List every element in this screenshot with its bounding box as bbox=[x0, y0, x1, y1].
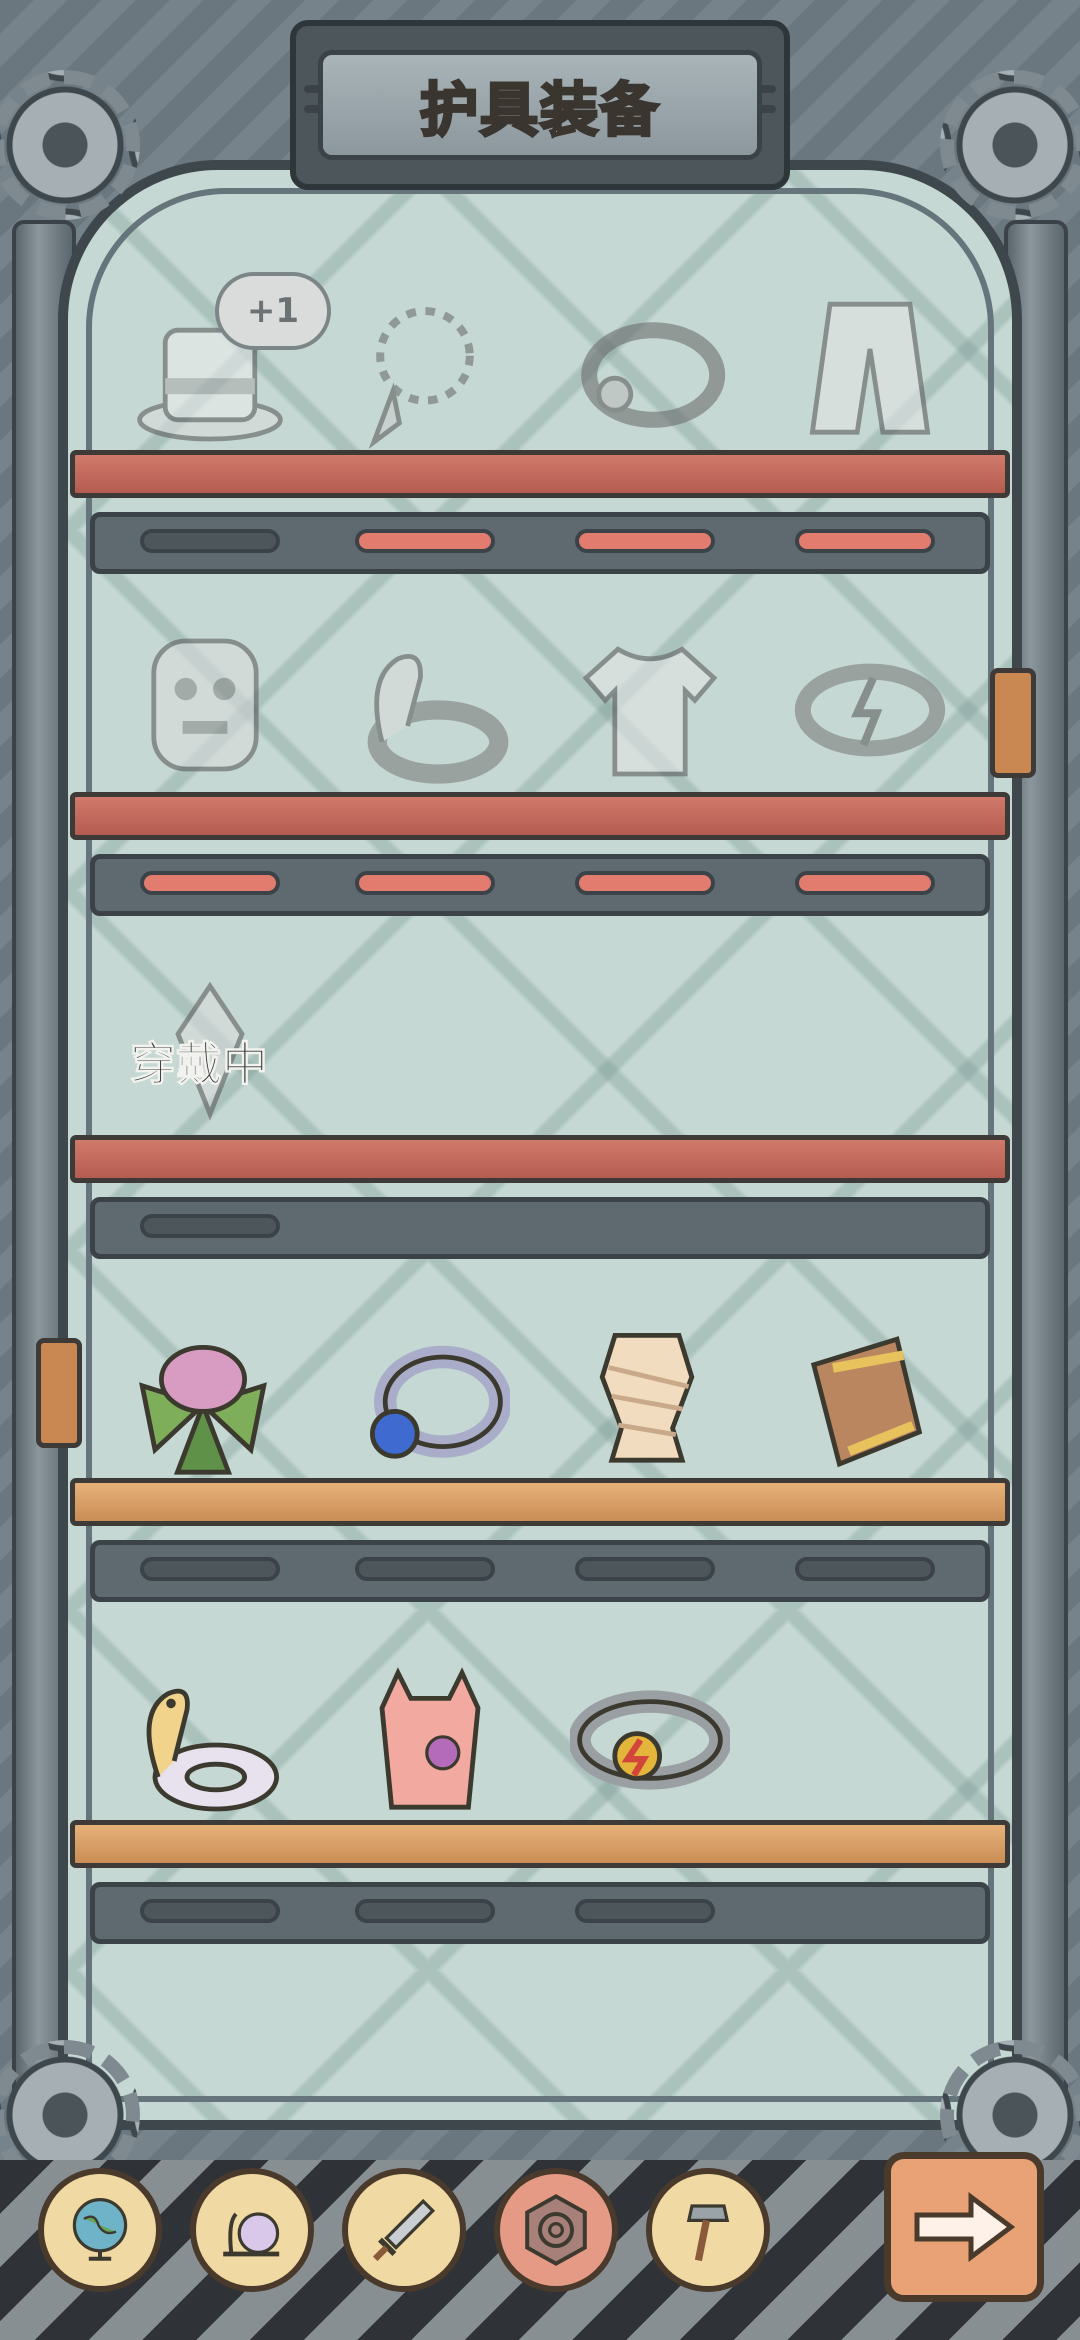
nav-snail-button[interactable] bbox=[190, 2168, 314, 2292]
pink-vest-icon bbox=[379, 1667, 481, 1810]
shirt-icon bbox=[582, 646, 718, 777]
equipment-sapphire-ring[interactable] bbox=[345, 1320, 515, 1490]
shelf-plank bbox=[70, 792, 1010, 840]
progress-slot bbox=[140, 529, 280, 553]
snail-icon bbox=[223, 2212, 280, 2257]
equipment-bandage-armor[interactable] bbox=[562, 1308, 732, 1478]
progress-slot-filled bbox=[355, 871, 495, 895]
equipment-pants-locked[interactable] bbox=[785, 280, 955, 450]
title-plate: 护具装备 bbox=[318, 50, 762, 160]
leaf-flower-icon bbox=[139, 1345, 267, 1475]
shelf-plank bbox=[70, 1478, 1010, 1526]
arrow-right-icon bbox=[914, 2192, 1016, 2262]
progress-slot bbox=[140, 1899, 280, 1923]
nav-globe-button[interactable] bbox=[38, 2168, 162, 2292]
progress-slot bbox=[355, 1557, 495, 1581]
nav-weapon-button[interactable] bbox=[342, 2168, 466, 2292]
progress-slot-filled bbox=[355, 529, 495, 553]
shelf-plank bbox=[70, 1135, 1010, 1183]
progress-slot-filled bbox=[140, 871, 280, 895]
nav-hammer-button[interactable] bbox=[646, 2168, 770, 2292]
wearing-status-label: 穿戴中 bbox=[130, 1037, 269, 1092]
page-title: 护具装备 bbox=[418, 75, 660, 146]
progress-slot bbox=[140, 1214, 280, 1238]
progress-slot bbox=[140, 1557, 280, 1581]
shelf-plank bbox=[70, 450, 1010, 498]
bandage-armor-icon bbox=[599, 1333, 695, 1463]
progress-bar bbox=[90, 854, 990, 916]
progress-slot bbox=[575, 1557, 715, 1581]
mask-icon bbox=[151, 638, 259, 772]
shelf-plank bbox=[70, 1820, 1010, 1868]
equipment-necklace-locked[interactable] bbox=[340, 290, 510, 460]
progress-bar bbox=[90, 1540, 990, 1602]
equipment-lightning-wristband[interactable] bbox=[565, 1655, 735, 1825]
gear-icon bbox=[940, 70, 1080, 220]
equipment-wood-plate-armor[interactable] bbox=[780, 1315, 950, 1485]
bracelet-icon bbox=[794, 663, 946, 757]
equipment-ring-locked[interactable] bbox=[565, 290, 735, 460]
progress-slot-filled bbox=[795, 871, 935, 895]
armor-icon bbox=[525, 2194, 587, 2266]
equipment-mask-locked[interactable] bbox=[120, 620, 290, 790]
necklace-icon bbox=[368, 307, 474, 450]
progress-slot-filled bbox=[575, 529, 715, 553]
progress-bar bbox=[90, 1882, 990, 1944]
progress-slot bbox=[355, 1899, 495, 1923]
wood-plate-armor-icon bbox=[810, 1336, 923, 1468]
equipment-serpent-ring-locked[interactable] bbox=[345, 625, 515, 795]
pants-icon bbox=[809, 301, 931, 435]
progress-slot bbox=[795, 1557, 935, 1581]
title-plaque: 护具装备 bbox=[290, 20, 790, 190]
nav-armor-button[interactable] bbox=[494, 2168, 618, 2292]
equipment-swan-swim-ring[interactable] bbox=[118, 1660, 288, 1830]
equipment-bracelet-locked[interactable] bbox=[785, 625, 955, 795]
sword-icon bbox=[372, 2198, 436, 2262]
globe-icon bbox=[72, 2198, 128, 2261]
hammer-icon bbox=[686, 2204, 730, 2262]
latch bbox=[36, 1338, 82, 1448]
progress-bar bbox=[90, 1197, 990, 1259]
equipment-pink-vest[interactable] bbox=[345, 1655, 515, 1825]
progress-slot bbox=[575, 1899, 715, 1923]
latch bbox=[990, 668, 1036, 778]
equipment-leaf-flower[interactable] bbox=[118, 1320, 288, 1490]
ring-icon bbox=[581, 322, 726, 428]
progress-slot-filled bbox=[795, 529, 935, 553]
progress-bar bbox=[90, 512, 990, 574]
new-count-badge: +1 bbox=[215, 272, 331, 350]
next-arrow-button[interactable] bbox=[884, 2152, 1044, 2302]
swan-swim-ring-icon bbox=[146, 1688, 279, 1812]
lightning-wristband-icon bbox=[570, 1690, 730, 1790]
sapphire-ring-icon bbox=[370, 1345, 510, 1459]
progress-slot-filled bbox=[575, 871, 715, 895]
equipment-shirt-locked[interactable] bbox=[565, 625, 735, 795]
serpent-swim-ring-icon bbox=[367, 654, 509, 784]
